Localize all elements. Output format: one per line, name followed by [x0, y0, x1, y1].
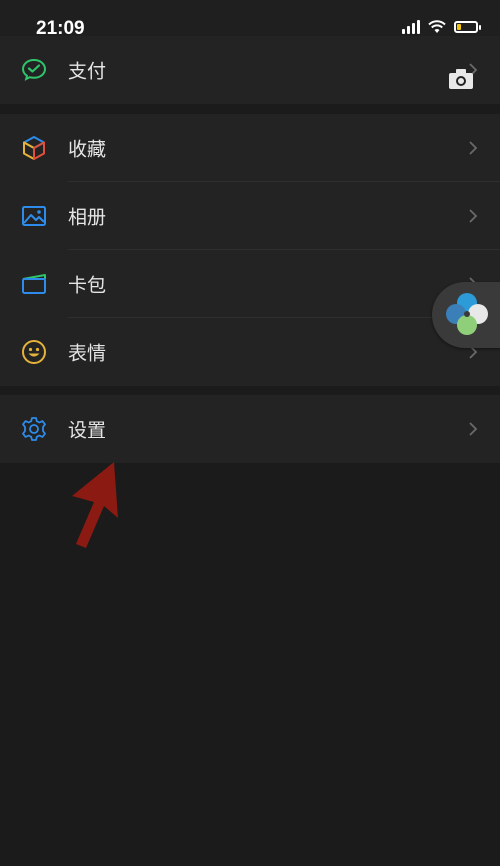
menu-item-settings-label: 设置 — [68, 419, 107, 442]
menu-item-cards-label: 卡包 — [68, 274, 107, 297]
clover-icon — [446, 293, 488, 335]
menu-item-favorites[interactable]: 收藏 — [0, 114, 500, 182]
wechat-pay-icon — [21, 58, 47, 81]
menu-item-album-label: 相册 — [68, 206, 107, 229]
chevron-right-icon — [469, 422, 478, 436]
status-icons — [402, 20, 481, 34]
menu-item-pay[interactable]: 支付 — [0, 36, 500, 104]
menu-item-cards[interactable]: 卡包 — [0, 250, 500, 318]
menu-item-favorites-label: 收藏 — [68, 138, 107, 161]
status-bar: 21:09 — [0, 0, 500, 39]
chevron-right-icon — [469, 209, 478, 223]
floating-assistant-button[interactable] — [432, 282, 500, 348]
menu-item-settings[interactable]: 设置 — [0, 395, 500, 463]
menu-item-stickers[interactable]: 表情 — [0, 318, 500, 386]
annotation-arrow-icon — [72, 462, 118, 548]
image-icon — [22, 206, 46, 226]
wallet-icon — [22, 274, 46, 294]
camera-icon[interactable] — [448, 68, 474, 90]
battery-level — [457, 24, 461, 30]
menu-item-album[interactable]: 相册 — [0, 182, 500, 250]
menu-group-pay: 支付 — [0, 36, 500, 104]
chevron-right-icon — [469, 141, 478, 155]
menu-item-stickers-label: 表情 — [68, 342, 107, 365]
gear-icon — [22, 417, 46, 441]
wifi-icon — [428, 20, 446, 33]
cube-icon — [23, 136, 45, 160]
menu-group-main: 收藏 相册 卡包 表情 — [0, 114, 500, 386]
menu-group-settings: 设置 — [0, 395, 500, 463]
battery-icon — [454, 21, 481, 33]
menu-item-pay-label: 支付 — [68, 60, 107, 83]
smiley-icon — [22, 340, 46, 364]
cellular-signal-icon — [402, 20, 420, 34]
